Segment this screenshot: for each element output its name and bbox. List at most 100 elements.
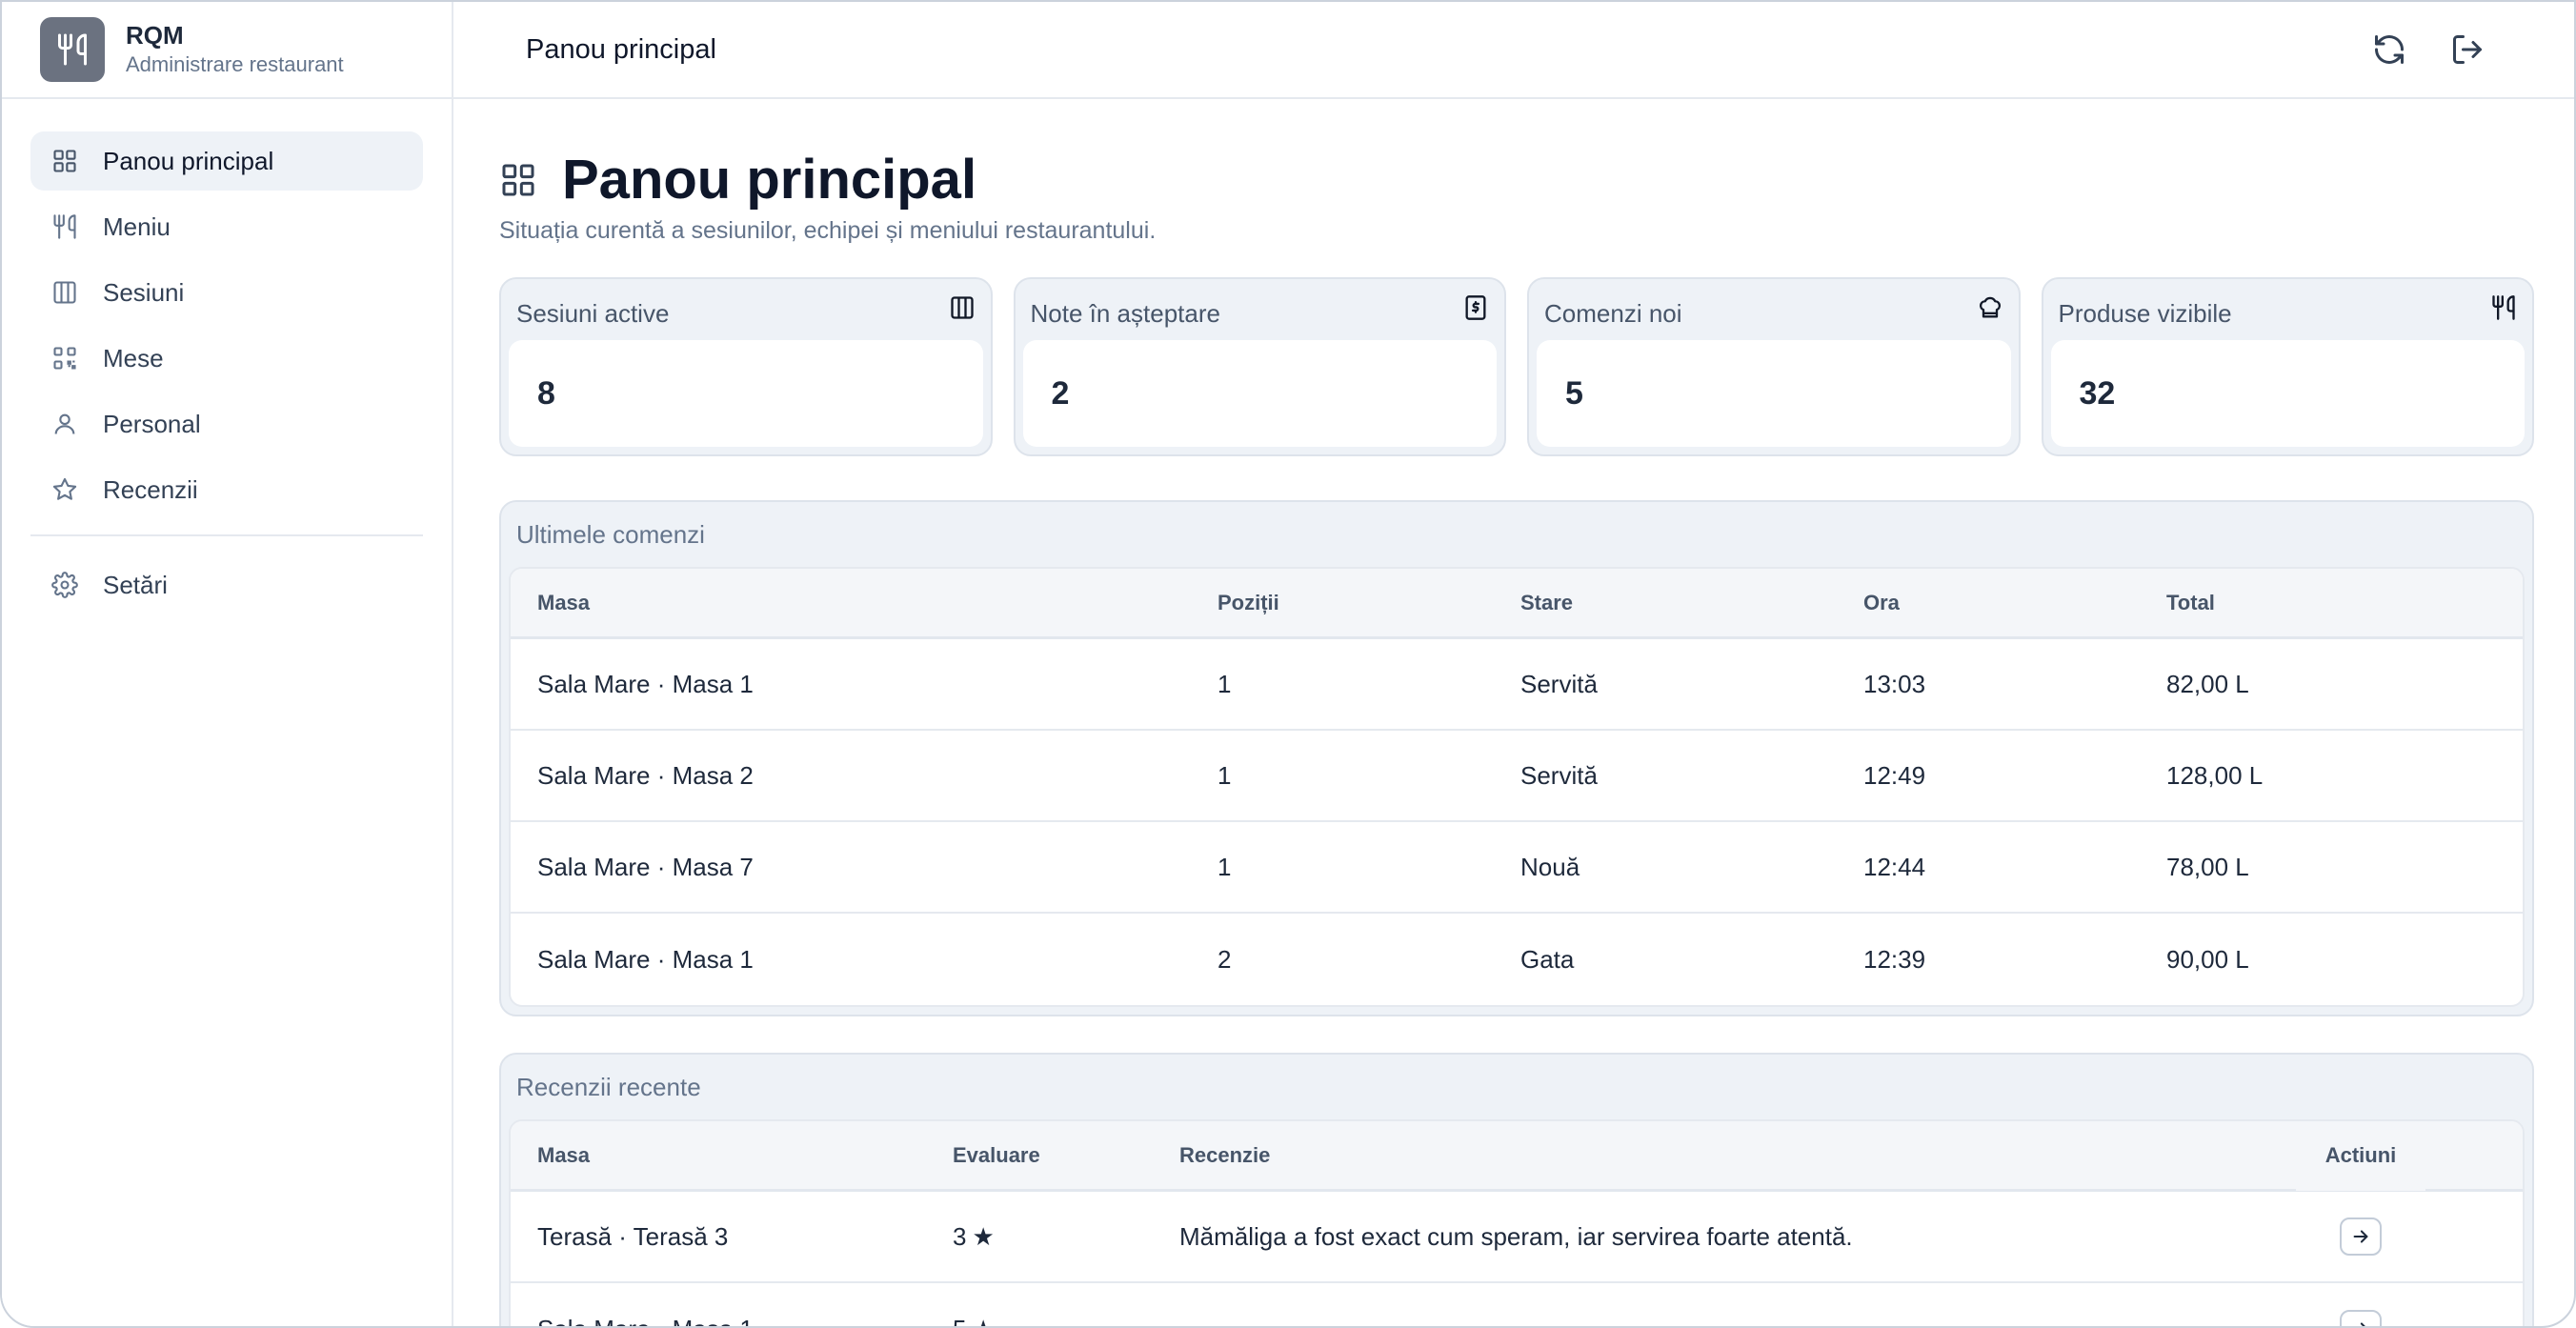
column-header[interactable]: Stare	[1494, 591, 1837, 615]
sidebar-item-sessions[interactable]: Sesiuni	[30, 263, 423, 322]
cell-table: Sala Mare · Masa 1	[511, 1315, 926, 1327]
cell-time: 12:44	[1863, 852, 1926, 881]
sidebar-item-label: Sesiuni	[103, 277, 185, 307]
stat-value: 5	[1537, 340, 2011, 447]
cell-table: Terasă · Terasă 3	[537, 1221, 729, 1251]
stats-row: Sesiuni active 8 Note în așteptare 2 Com…	[499, 277, 2534, 456]
recent-reviews-panel: Recenzii recente Masa Evaluare Recenzie …	[499, 1053, 2534, 1327]
reviews-table: Masa Evaluare Recenzie Actiuni Terasă · …	[509, 1119, 2525, 1327]
receipt-icon	[1462, 294, 1491, 323]
columns-icon	[51, 279, 78, 306]
stat-label: Sesiuni active	[516, 298, 670, 328]
columns-icon	[949, 294, 977, 323]
brand-subtitle: Administrare restaurant	[126, 52, 344, 76]
cell-time: 13:03	[1863, 669, 1926, 698]
cell-table: Sala Mare · Masa 1	[537, 944, 754, 974]
page-title: Panou principal	[562, 149, 977, 211]
table-row[interactable]: Terasă · Terasă 3 3 ★ Mămăliga a fost ex…	[511, 1192, 2523, 1283]
cell-time: 12:49	[1863, 760, 1926, 790]
sidebar-item-settings[interactable]: Setări	[30, 555, 423, 614]
sidebar-item-dashboard[interactable]: Panou principal	[30, 131, 423, 191]
stat-value: 32	[2050, 340, 2525, 447]
qr-code-icon	[51, 345, 78, 372]
sidebar-item-label: Recenzii	[103, 474, 198, 504]
table-row[interactable]: Sala Mare · Masa 7 1 Nouă 12:44 78,00 L	[511, 822, 2523, 914]
top-header: Panou principal	[453, 2, 2574, 99]
sidebar-item-label: Panou principal	[103, 146, 274, 175]
stat-value: 8	[509, 340, 983, 447]
star-icon: ★	[972, 1315, 994, 1327]
cell-status: Servită	[1520, 760, 1598, 790]
cell-rating: 3 ★	[926, 1222, 1153, 1252]
sidebar-item-label: Mese	[103, 343, 164, 372]
stat-card-active-sessions: Sesiuni active 8	[499, 277, 993, 456]
utensils-icon	[40, 17, 105, 82]
sidebar-item-menu[interactable]: Meniu	[30, 197, 423, 256]
latest-orders-panel: Ultimele comenzi Masa Poziții Stare Ora …	[499, 500, 2534, 1016]
star-icon: ★	[972, 1221, 995, 1251]
column-header[interactable]: Total	[2140, 591, 2425, 615]
orders-table: Masa Poziții Stare Ora Total Sala Mare ·…	[509, 567, 2525, 1007]
utensils-icon	[51, 213, 78, 240]
cell-total: 128,00 L	[2166, 760, 2264, 790]
cell-time: 12:39	[1863, 944, 1926, 974]
column-header: Actiuni	[2296, 1121, 2425, 1191]
gear-icon	[51, 572, 78, 598]
panel-title: Ultimele comenzi	[516, 519, 705, 549]
table-row[interactable]: Sala Mare · Masa 2 1 Servită 12:49 128,0…	[511, 731, 2523, 822]
cell-total: 82,00 L	[2166, 669, 2249, 698]
open-review-button[interactable]	[2340, 1217, 2382, 1256]
logout-button[interactable]	[2446, 29, 2488, 70]
sidebar-nav: Panou principal Meniu Sesiuni Mese Perso…	[2, 99, 452, 614]
stat-label: Comenzi noi	[1544, 298, 1682, 328]
sidebar-item-label: Meniu	[103, 211, 171, 241]
column-header[interactable]: Poziții	[1191, 591, 1494, 615]
cell-review: Mămăliga a fost exact cum speram, iar se…	[1179, 1221, 1853, 1251]
table-row[interactable]: Sala Mare · Masa 1 1 Servită 13:03 82,00…	[511, 639, 2523, 731]
stat-card-visible-products: Produse vizibile 32	[2041, 277, 2534, 456]
header-title: Panou principal	[526, 33, 716, 65]
chef-hat-icon	[1977, 294, 2005, 323]
open-review-button[interactable]	[2340, 1310, 2382, 1326]
sidebar: RQM Administrare restaurant Panou princi…	[2, 2, 453, 1326]
user-icon	[51, 411, 78, 437]
sidebar-item-label: Personal	[103, 409, 201, 438]
cell-status: Servită	[1520, 669, 1598, 698]
refresh-button[interactable]	[2368, 29, 2410, 70]
column-header[interactable]: Evaluare	[926, 1143, 1153, 1168]
table-row[interactable]: Sala Mare · Masa 1 2 Gata 12:39 90,00 L	[511, 914, 2523, 1005]
column-header[interactable]: Masa	[511, 591, 1191, 615]
utensils-icon	[2490, 294, 2519, 323]
sidebar-item-reviews[interactable]: Recenzii	[30, 460, 423, 519]
arrow-right-icon	[2360, 1322, 2365, 1326]
sidebar-item-label: Setări	[103, 570, 168, 599]
cell-rating: 5 ★	[926, 1315, 1153, 1327]
stat-card-new-orders: Comenzi noi 5	[1527, 277, 2021, 456]
cell-table: Sala Mare · Masa 2	[537, 760, 754, 790]
column-header[interactable]: Masa	[511, 1143, 926, 1168]
brand-name: RQM	[126, 21, 184, 50]
cell-items: 2	[1218, 944, 1232, 974]
arrow-right-icon	[2353, 1230, 2368, 1243]
cell-total: 90,00 L	[2166, 944, 2249, 974]
stat-value: 2	[1022, 340, 1497, 447]
main-content: Panou principal Situația curentă a sesiu…	[499, 99, 2534, 1327]
refresh-icon	[2375, 35, 2404, 64]
rating-value: 3	[953, 1221, 967, 1251]
sidebar-item-staff[interactable]: Personal	[30, 394, 423, 453]
cell-actions	[2296, 1310, 2425, 1326]
column-header[interactable]: Ora	[1837, 591, 2140, 615]
sidebar-item-tables[interactable]: Mese	[30, 329, 423, 388]
app-window: RQM Administrare restaurant Panou princi…	[0, 0, 2576, 1328]
page-subtitle: Situația curentă a sesiunilor, echipei ș…	[499, 217, 1157, 244]
cell-items: 1	[1218, 852, 1232, 881]
table-row[interactable]: Sala Mare · Masa 1 5 ★	[511, 1283, 2523, 1327]
brand: RQM Administrare restaurant	[2, 2, 452, 99]
grid-icon	[499, 161, 537, 199]
table-header: Masa Evaluare Recenzie Actiuni	[511, 1121, 2523, 1192]
cell-table: Sala Mare · Masa 1	[537, 669, 754, 698]
column-header[interactable]: Recenzie	[1153, 1143, 2296, 1168]
cell-total: 78,00 L	[2166, 852, 2249, 881]
cell-items: 1	[1218, 669, 1232, 698]
rating-value: 5	[953, 1315, 966, 1327]
